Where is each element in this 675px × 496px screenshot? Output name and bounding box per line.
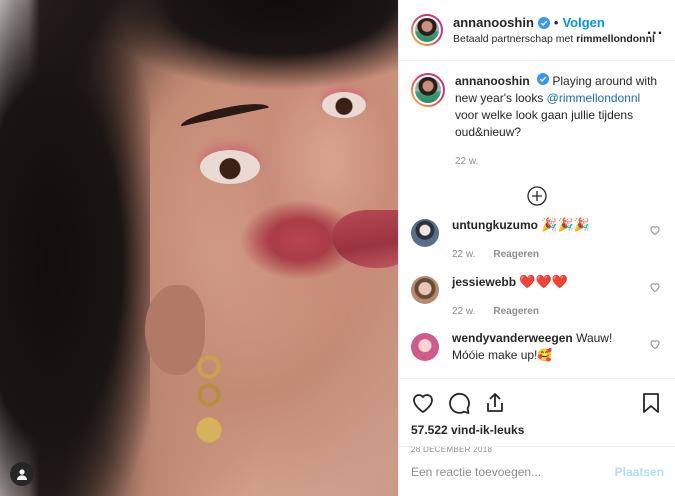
comment-username[interactable]: wendyvanderweegen [452,331,573,345]
instagram-post: annanooshin • Volgen Betaald partnerscha… [0,0,675,496]
header-username[interactable]: annanooshin [453,15,534,30]
avatar[interactable] [411,14,443,46]
likes-count[interactable]: 57.522 vind-ik-leuks [411,423,663,437]
caption-username[interactable]: annanooshin [455,74,530,88]
avatar[interactable] [411,276,439,304]
save-bookmark-icon[interactable] [639,391,663,415]
comment-time[interactable]: 22 w. [452,303,475,320]
caption-time[interactable]: 22 w. [455,153,478,170]
more-options-button[interactable]: ... [645,21,665,39]
reply-button[interactable]: Reageren [493,303,539,320]
post-sidebar: annanooshin • Volgen Betaald partnerscha… [398,0,675,496]
paid-partnership-label: Betaald partnerschap met rimmellondonnl [453,33,655,45]
post-caption: annanooshin Playing around with new year… [411,73,663,170]
partner-link[interactable]: rimmellondonnl [576,33,655,45]
comment-username[interactable]: untungkuzumo [452,218,538,232]
avatar[interactable] [411,333,439,361]
comments-section: annanooshin Playing around with new year… [399,61,675,378]
comment-input[interactable]: Een reactie toevoegen... [411,465,615,479]
photo-lips [332,210,398,268]
comment-username[interactable]: jessiewebb [452,275,516,289]
post-header: annanooshin • Volgen Betaald partnerscha… [399,0,675,61]
avatar[interactable] [411,73,445,107]
comment-bubble-icon[interactable] [447,391,471,415]
comment-text: 🎉🎉🎉 [541,217,590,232]
photo-eye [200,150,260,184]
post-photo[interactable] [0,0,398,496]
comment-text: ❤️❤️❤️ [519,274,568,289]
like-comment-heart-icon[interactable] [649,281,661,293]
follow-button[interactable]: Volgen [562,15,604,30]
like-comment-heart-icon[interactable] [649,224,661,236]
caption-text-end: voor welke look gaan jullie tijdens oud&… [455,108,634,139]
comment-item: untungkuzumo 🎉🎉🎉 22 w. Reageren [411,216,663,263]
share-icon[interactable] [483,391,507,415]
caption-mention-link[interactable]: @rimmellondonnl [547,91,641,105]
photo-earring [196,355,222,455]
like-comment-heart-icon[interactable] [649,338,661,350]
photo-eye-right [322,92,366,118]
separator-dot: • [553,15,559,30]
like-heart-icon[interactable] [411,391,435,415]
comment-item: wendyvanderweegen Wauw! Móóie make up!🥰 [411,330,663,364]
comment-time[interactable]: 22 w. [452,246,475,263]
comment-item: jessiewebb ❤️❤️❤️ 22 w. Reageren [411,273,663,320]
reply-button[interactable]: Reageren [493,246,539,263]
tagged-user-icon[interactable] [10,462,34,486]
post-comment-button[interactable]: Plaatsen [615,465,664,479]
load-more-comments-icon[interactable] [527,186,547,206]
verified-badge-icon [537,16,550,29]
verified-badge-icon [537,73,550,85]
avatar[interactable] [411,219,439,247]
add-comment-bar: Een reactie toevoegen... Plaatsen [399,446,675,496]
